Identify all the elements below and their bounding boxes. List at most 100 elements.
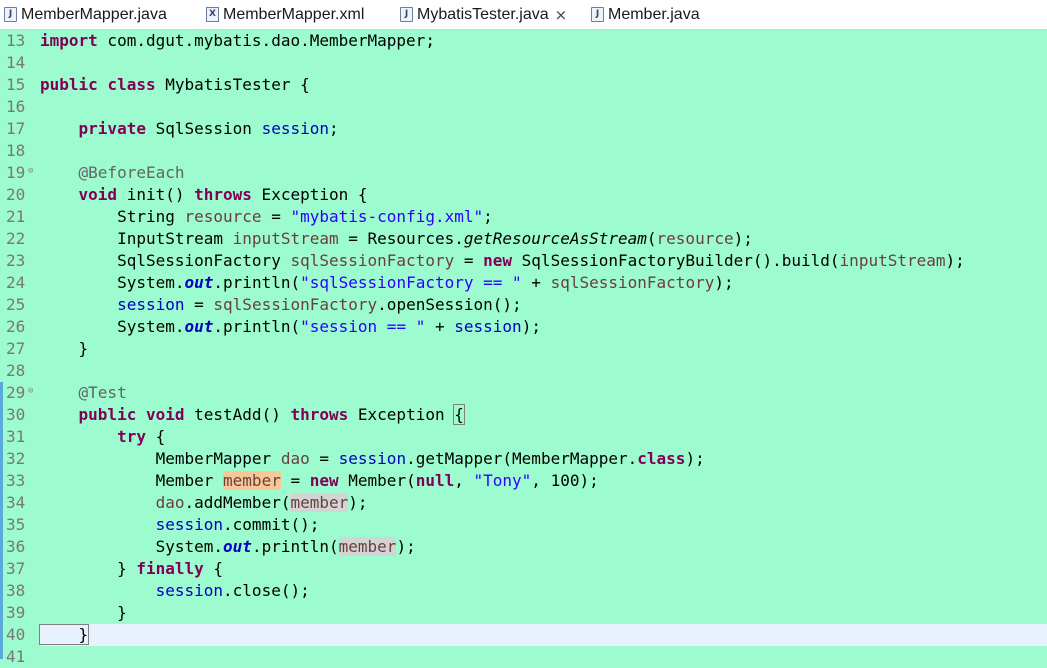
line-number: 24 [6, 273, 26, 292]
code-token: { [203, 559, 224, 578]
current-line-highlight [40, 624, 1047, 646]
code-token: dao [155, 493, 185, 512]
code-token: out [223, 537, 252, 556]
code-token: init() [117, 185, 195, 204]
code-token: resource [656, 229, 734, 248]
fold-collapse-icon[interactable]: ⊖ [28, 167, 35, 176]
write-occurrence-highlight: member [223, 471, 281, 490]
bracket-match: { [453, 404, 465, 425]
java-file-icon: J [591, 7, 604, 22]
code-token: .addMember( [184, 493, 291, 512]
code-token: InputStream [40, 229, 233, 248]
code-token: throws [194, 185, 252, 204]
code-token: sqlSessionFactory [213, 295, 378, 314]
code-line: 29 ⊖ @Test [0, 382, 1047, 404]
code-line: 26 System.out.println("session == " + se… [0, 316, 1047, 338]
code-line: 30 public void testAdd() throws Exceptio… [0, 404, 1047, 426]
code-text: import com.dgut.mybatis.dao.MemberMapper… [40, 30, 435, 52]
code-token: Exception [348, 405, 455, 424]
code-token: ; [483, 207, 493, 226]
line-number: 27 [6, 339, 26, 358]
code-line: 33 Member member = new Member(null, "Ton… [0, 470, 1047, 492]
text-caret [88, 625, 90, 643]
code-token: } [40, 559, 137, 578]
code-line: 32 MemberMapper dao = session.getMapper(… [0, 448, 1047, 470]
code-token: = [280, 471, 310, 490]
code-token: , 100); [531, 471, 599, 490]
code-line: 31 try { [0, 426, 1047, 448]
code-token: ); [396, 537, 416, 556]
code-token: session [117, 295, 185, 314]
code-token: public [78, 405, 137, 424]
code-token: SqlSessionFactory [40, 251, 291, 270]
code-token: sqlSessionFactory [290, 251, 455, 270]
line-number: 13 [6, 31, 26, 50]
fold-collapse-icon[interactable]: ⊖ [28, 387, 35, 396]
tab-label: MybatisTester.java [417, 5, 549, 23]
code-token: .openSession(); [377, 295, 522, 314]
xml-file-icon: X [206, 7, 219, 22]
code-token: .println( [251, 537, 339, 556]
code-line: 41 [0, 646, 1047, 668]
close-icon[interactable]: × [555, 6, 568, 24]
line-number: 14 [6, 53, 26, 72]
line-number: 18 [6, 141, 26, 160]
code-token: ( [646, 229, 657, 248]
code-token: session [338, 449, 407, 468]
code-line: 19 ⊖ @BeforeEach [0, 162, 1047, 184]
tab-membermapper-xml[interactable]: X MemberMapper.xml [206, 0, 364, 29]
code-token: session [261, 119, 329, 138]
code-line: 13 import com.dgut.mybatis.dao.MemberMap… [0, 30, 1047, 52]
code-text: public class MybatisTester { [40, 74, 310, 96]
tab-membermapper-java[interactable]: J MemberMapper.java [4, 0, 167, 29]
java-file-icon: J [400, 7, 413, 22]
code-line: 36 System.out.println(member); [0, 536, 1047, 558]
code-token: session [454, 317, 522, 336]
code-token: finally [136, 559, 204, 578]
code-line: 34 dao.addMember(member); [0, 492, 1047, 514]
code-text: } [38, 624, 90, 646]
code-text: System.out.println("sqlSessionFactory ==… [40, 272, 734, 294]
code-token: "session == " [300, 317, 426, 336]
code-token: "mybatis-config.xml" [290, 207, 484, 226]
code-token: = [261, 207, 291, 226]
java-file-icon: J [4, 7, 17, 22]
code-line: 17 private SqlSession session; [0, 118, 1047, 140]
line-number: 32 [6, 449, 26, 468]
line-number: 15 [6, 75, 26, 94]
code-text: SqlSessionFactory sqlSessionFactory = ne… [40, 250, 965, 272]
code-text: @BeforeEach [40, 163, 185, 182]
tab-mybatistester-java[interactable]: J MybatisTester.java × [400, 0, 568, 29]
tab-label: Member.java [608, 5, 700, 23]
code-token: = Resources. [338, 229, 464, 248]
code-token: Member( [338, 471, 416, 490]
code-token: session [155, 515, 224, 534]
code-token: .println( [213, 317, 301, 336]
code-token: .close(); [223, 581, 310, 600]
code-text: void init() throws Exception { [40, 184, 368, 206]
read-occurrence-highlight: member [290, 493, 349, 512]
code-token: class [637, 449, 686, 468]
code-token: .getMapper(MemberMapper. [406, 449, 638, 468]
code-token: testAdd() [184, 405, 291, 424]
code-line: 28 [0, 360, 1047, 382]
code-token: class [107, 75, 156, 94]
code-text: session.commit(); [40, 514, 320, 536]
editor-tab-bar: J MemberMapper.java X MemberMapper.xml J… [0, 0, 1047, 30]
code-editor[interactable]: 13 import com.dgut.mybatis.dao.MemberMap… [0, 30, 1047, 666]
code-line: 18 [0, 140, 1047, 162]
code-text: Member member = new Member(null, "Tony",… [40, 470, 599, 492]
tab-member-java[interactable]: J Member.java [591, 0, 700, 29]
line-number: 23 [6, 251, 26, 270]
code-line: 35 session.commit(); [0, 514, 1047, 536]
code-token: System. [40, 537, 224, 556]
code-token: = [454, 251, 484, 270]
line-number: 16 [6, 97, 26, 116]
code-token: ); [685, 449, 705, 468]
line-number: 28 [6, 361, 26, 380]
line-number: 41 [6, 647, 26, 666]
